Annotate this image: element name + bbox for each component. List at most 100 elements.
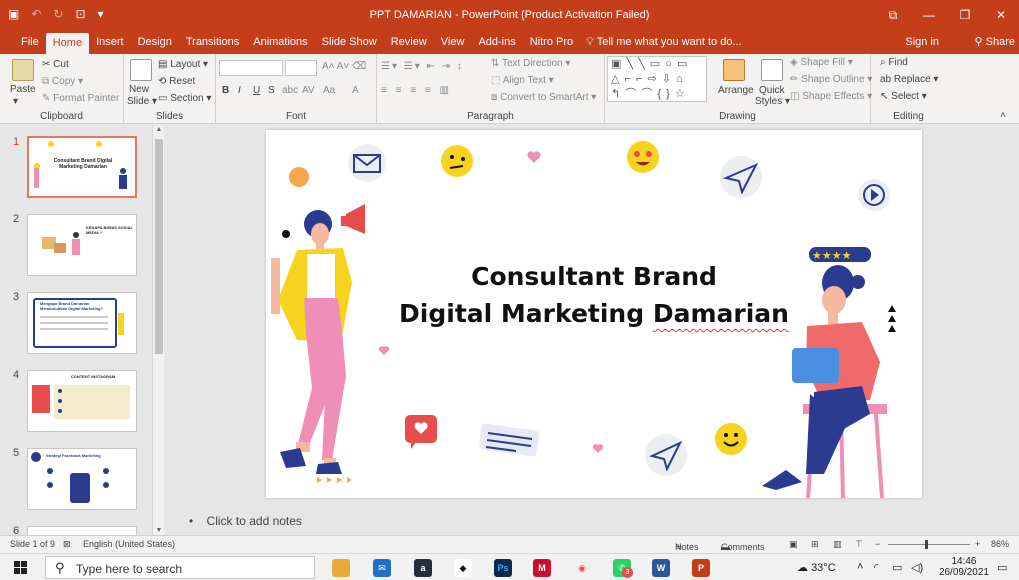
alignment-buttons[interactable]: ≡ ≡ ≡ ≡ ▥ bbox=[381, 85, 452, 96]
slide-thumbnail-pane[interactable]: 1 Consultant Brand Digital Marketing Dam… bbox=[0, 125, 165, 535]
select-button[interactable]: ↖ Select ▾ bbox=[880, 91, 927, 102]
volume-icon[interactable]: ◁) bbox=[911, 561, 923, 574]
tab-view[interactable]: View bbox=[434, 30, 472, 54]
tab-transitions[interactable]: Transitions bbox=[179, 30, 246, 54]
shapes-gallery[interactable]: ▣ ╲ ╲ ▭ ○ ▭ △ ⌐ ⌐ ⇨ ⇩ ⌂ ↰ ⌒ ⌒ { } ☆ bbox=[607, 56, 707, 102]
minimize-icon[interactable]: — bbox=[911, 0, 947, 30]
zoom-out-icon[interactable]: − bbox=[875, 539, 880, 549]
present-icon[interactable]: ⊡ bbox=[75, 7, 85, 21]
slide-thumbnail-3[interactable]: Mengapa Brand Damarian Membutuhkan Digit… bbox=[27, 292, 137, 354]
list-indent-buttons[interactable]: ☰▾ ☰▾ ⇤ ⇥ ↕ bbox=[381, 61, 464, 72]
maximize-icon[interactable]: ❐ bbox=[947, 0, 983, 30]
normal-view-icon[interactable]: ▣ bbox=[789, 539, 798, 550]
zoom-level[interactable]: 86% bbox=[991, 539, 1009, 549]
italic-button[interactable]: I bbox=[238, 85, 241, 96]
tab-nitro-pro[interactable]: Nitro Pro bbox=[523, 30, 580, 54]
collapse-ribbon-icon[interactable]: ˄ bbox=[1000, 110, 1006, 121]
powerpoint-icon[interactable]: P bbox=[692, 559, 710, 577]
slide-thumbnail-5[interactable]: Strategi Facebook Marketing bbox=[27, 448, 137, 510]
sign-in-link[interactable]: Sign in bbox=[905, 30, 939, 54]
find-button[interactable]: ⌕ Find bbox=[880, 57, 908, 68]
wifi-icon[interactable]: ◜ bbox=[874, 561, 878, 574]
action-center-icon[interactable]: ▭ bbox=[997, 561, 1007, 574]
tab-review[interactable]: Review bbox=[384, 30, 434, 54]
ribbon-display-options-icon[interactable]: ⧉ bbox=[875, 0, 911, 30]
tab-add-ins[interactable]: Add-ins bbox=[471, 30, 522, 54]
share-button[interactable]: ⚲ Share bbox=[975, 30, 1015, 54]
slide-thumbnail-4[interactable]: CONTENT INSTAGRAM bbox=[27, 370, 137, 432]
scroll-up-icon[interactable]: ▲ bbox=[153, 126, 165, 133]
format-painter-button[interactable]: ✎ Format Painter bbox=[42, 93, 119, 104]
font-name-input[interactable] bbox=[219, 60, 283, 76]
slide-thumbnail-1[interactable]: Consultant Brand Digital Marketing Damar… bbox=[27, 136, 137, 198]
shape-fill-button[interactable]: ◈ Shape Fill ▾ bbox=[790, 57, 853, 68]
taskbar-clock[interactable]: 14:46 26/09/2021 bbox=[939, 556, 989, 578]
quick-styles-button[interactable]: Quick bbox=[759, 85, 785, 96]
taskbar-search-box[interactable]: ⚲ Type here to search bbox=[45, 556, 315, 579]
file-explorer-icon[interactable] bbox=[332, 559, 350, 577]
zoom-in-icon[interactable]: + bbox=[975, 539, 980, 549]
scrollbar-thumb[interactable] bbox=[155, 139, 163, 354]
dropbox-icon[interactable]: ◆ bbox=[454, 559, 472, 577]
scroll-down-icon[interactable]: ▼ bbox=[153, 527, 165, 534]
copy-button[interactable]: ⧉ Copy ▾ bbox=[42, 76, 83, 87]
notes-pane[interactable]: • Click to add notes bbox=[165, 508, 1019, 534]
new-slide-label-2[interactable]: Slide ▾ bbox=[127, 96, 157, 107]
paste-icon[interactable] bbox=[12, 59, 34, 81]
replace-button[interactable]: ab Replace ▾ bbox=[880, 74, 938, 85]
paste-dropdown-icon[interactable]: ▾ bbox=[13, 96, 18, 107]
tab-slide-show[interactable]: Slide Show bbox=[315, 30, 384, 54]
word-icon[interactable]: W bbox=[652, 559, 670, 577]
spellcheck-icon[interactable]: ⊠ bbox=[63, 539, 71, 550]
change-case-button[interactable]: Aa bbox=[323, 85, 335, 96]
shadow-button[interactable]: abc bbox=[282, 85, 298, 96]
arrange-icon[interactable] bbox=[723, 59, 745, 81]
thumbnail-scrollbar[interactable]: ▲ ▼ bbox=[152, 125, 164, 535]
new-slide-icon[interactable] bbox=[130, 59, 152, 81]
show-hidden-icons[interactable]: ˄ bbox=[857, 561, 863, 573]
shape-outline-button[interactable]: ✏ Shape Outline ▾ bbox=[790, 74, 872, 85]
quick-styles-label-2[interactable]: Styles ▾ bbox=[755, 96, 790, 107]
section-button[interactable]: ▭ Section ▾ bbox=[158, 93, 211, 104]
font-color-button[interactable]: A bbox=[352, 85, 359, 96]
slide-thumbnail-2[interactable]: KENAPA BISNIS SOSIAL MEDIA ? bbox=[27, 214, 137, 276]
slideshow-view-icon[interactable]: ⊤ bbox=[855, 539, 863, 550]
tab-animations[interactable]: Animations bbox=[246, 30, 314, 54]
layout-button[interactable]: ▤ Layout ▾ bbox=[158, 59, 208, 70]
text-direction-button[interactable]: ⇅ Text Direction ▾ bbox=[491, 58, 570, 69]
slide-canvas[interactable]: ★★★★ Consultant Brand Digital Marketing … bbox=[266, 130, 922, 498]
amazon-icon[interactable]: a bbox=[414, 559, 432, 577]
windows-start-icon[interactable] bbox=[14, 561, 28, 575]
arrange-button[interactable]: Arrange bbox=[718, 85, 754, 96]
bold-button[interactable]: B bbox=[222, 85, 229, 96]
reading-view-icon[interactable]: ▥ bbox=[833, 539, 842, 550]
quick-styles-icon[interactable] bbox=[761, 59, 783, 81]
shape-effects-button[interactable]: ◫ Shape Effects ▾ bbox=[790, 91, 872, 102]
underline-button[interactable]: U bbox=[253, 85, 260, 96]
align-text-button[interactable]: ⬚ Align Text ▾ bbox=[491, 75, 554, 86]
convert-smartart-button[interactable]: ⧈ Convert to SmartArt ▾ bbox=[491, 92, 596, 103]
save-icon[interactable]: ▣ bbox=[8, 7, 19, 21]
tell-me-search[interactable]: 💡︎ Tell me what you want to do... bbox=[586, 30, 741, 54]
zoom-slider[interactable] bbox=[888, 544, 970, 545]
photoshop-icon[interactable]: Ps bbox=[494, 559, 512, 577]
strikethrough-button[interactable]: S bbox=[268, 85, 275, 96]
redo-icon[interactable]: ↻ bbox=[53, 7, 63, 21]
paste-button[interactable]: Paste bbox=[10, 84, 36, 95]
notes-placeholder[interactable]: • Click to add notes bbox=[189, 514, 302, 528]
cut-button[interactable]: ✂ Cut bbox=[42, 59, 69, 70]
weather-indicator[interactable]: ☁ 33°C bbox=[797, 561, 836, 574]
tab-home[interactable]: Home bbox=[45, 33, 90, 54]
customize-qat-icon[interactable]: ▾ bbox=[98, 7, 104, 21]
slide-sorter-icon[interactable]: ⊞ bbox=[811, 539, 819, 550]
font-size-input[interactable] bbox=[285, 60, 317, 76]
close-icon[interactable]: ✕ bbox=[983, 0, 1019, 30]
slide-thumbnail-6[interactable] bbox=[27, 526, 137, 535]
new-slide-button[interactable]: New bbox=[129, 84, 149, 95]
tab-file[interactable]: File bbox=[14, 30, 46, 54]
tab-design[interactable]: Design bbox=[131, 30, 179, 54]
mail-icon[interactable]: ✉ bbox=[373, 559, 391, 577]
mcafee-icon[interactable]: M bbox=[533, 559, 551, 577]
slide-title[interactable]: Consultant Brand Digital Marketing Damar… bbox=[266, 258, 922, 332]
undo-icon[interactable]: ↶ bbox=[31, 7, 41, 21]
